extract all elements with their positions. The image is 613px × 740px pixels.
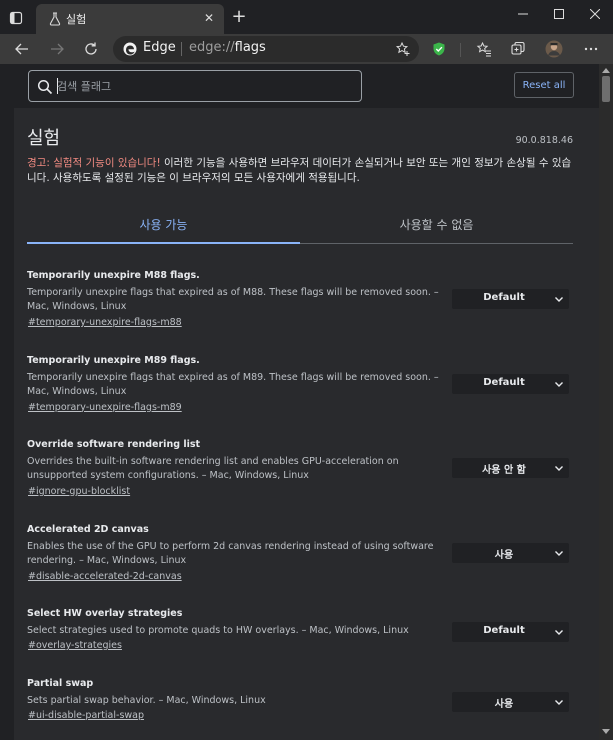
flag-link[interactable]: #disable-accelerated-2d-canvas	[28, 571, 182, 582]
flags-page: Reset all 실험 90.0.818.46 경고: 실험적 기능이 있습니…	[14, 64, 599, 740]
add-favorite-icon[interactable]	[395, 41, 411, 57]
scroll-down-icon[interactable]	[602, 729, 610, 735]
flag-title: Accelerated 2D canvas	[27, 523, 149, 535]
search-header: Reset all	[14, 64, 599, 108]
address-bar[interactable]: Edge edge://flags	[113, 36, 419, 62]
flag-item: Partial swap Sets partial swap behavior.…	[27, 672, 573, 740]
flag-description: Select strategies used to promote quads …	[27, 625, 409, 636]
flag-select-value: 사용	[494, 699, 514, 710]
chevron-down-icon	[555, 630, 563, 635]
avatar	[545, 40, 563, 58]
chevron-down-icon	[555, 550, 563, 556]
flag-select[interactable]: 사용 안 함	[452, 458, 569, 478]
warning-prefix: 경고: 실험적 기능이 있습니다!	[27, 157, 161, 169]
profile-button[interactable]	[543, 38, 565, 60]
tab-title: 실험	[66, 13, 87, 26]
flag-select[interactable]: Default	[452, 373, 569, 394]
chevron-down-icon	[555, 381, 563, 387]
flag-item: Accelerated 2D canvas Enables the use of…	[27, 518, 573, 603]
flag-description: Sets partial swap behavior. – Mac, Windo…	[27, 695, 266, 706]
minimize-button[interactable]	[504, 0, 542, 28]
flag-title: Partial swap	[27, 678, 94, 689]
edge-brand-label: Edge	[143, 40, 176, 55]
maximize-button[interactable]	[540, 0, 578, 28]
scroll-up-icon[interactable]	[602, 67, 610, 73]
flag-link[interactable]: #temporary-unexpire-flags-m89	[28, 402, 182, 413]
flag-select-value: Default	[483, 625, 525, 636]
collections-button[interactable]	[507, 38, 529, 60]
url-text: edge://flags	[189, 40, 266, 55]
collections-icon	[511, 41, 525, 55]
refresh-icon	[85, 42, 97, 55]
close-window-button[interactable]	[576, 0, 613, 28]
flag-link[interactable]: #temporary-unexpire-flags-m88	[28, 317, 182, 328]
flag-item: Temporarily unexpire M88 flags. Temporar…	[27, 264, 573, 349]
flag-select-value: 사용 안 함	[482, 465, 526, 476]
flag-item: Select HW overlay strategies Select stra…	[27, 602, 573, 672]
reset-all-button[interactable]: Reset all	[514, 72, 574, 98]
flask-icon	[49, 12, 61, 26]
divider	[460, 43, 461, 57]
flag-link[interactable]: #overlay-strategies	[28, 640, 122, 651]
chevron-down-icon	[555, 700, 563, 705]
close-icon[interactable]: ✕	[204, 11, 214, 25]
flag-select[interactable]: 사용	[452, 542, 569, 563]
flag-description: Enables the use of the GPU to perform 2d…	[27, 540, 434, 566]
flags-list: Temporarily unexpire M88 flags. Temporar…	[27, 264, 573, 740]
back-button[interactable]	[11, 38, 33, 60]
flag-select[interactable]: Default	[452, 289, 569, 309]
flag-item: Override software rendering list Overrid…	[27, 433, 573, 518]
more-icon	[584, 47, 598, 51]
extension-button[interactable]	[428, 38, 450, 60]
refresh-button[interactable]	[80, 38, 102, 60]
flag-title: Temporarily unexpire M88 flags.	[27, 270, 200, 281]
title-bar: 실험 ✕ +	[0, 0, 613, 34]
divider	[181, 42, 182, 56]
flag-title: Select HW overlay strategies	[27, 608, 183, 619]
navigation-bar: Edge edge://flags	[0, 34, 613, 64]
forward-arrow-icon	[51, 43, 64, 55]
flag-select-value: Default	[483, 376, 525, 388]
scrollbar[interactable]	[599, 64, 613, 740]
tab-unavailable[interactable]: 사용할 수 없음	[300, 204, 573, 244]
new-tab-button[interactable]: +	[229, 7, 249, 27]
flag-description: Overrides the built-in software renderin…	[27, 456, 399, 481]
chevron-down-icon	[555, 466, 563, 471]
flags-tabs: 사용 가능 사용할 수 없음	[27, 204, 573, 244]
favorites-icon	[476, 41, 491, 57]
flag-title: Temporarily unexpire M89 flags.	[27, 354, 200, 366]
warning-message: 경고: 실험적 기능이 있습니다! 이러한 기능을 사용하면 브라우저 데이터가…	[27, 156, 577, 186]
back-arrow-icon	[15, 43, 28, 55]
search-icon	[37, 79, 53, 95]
flag-title: Override software rendering list	[27, 439, 201, 450]
flag-select[interactable]: Default	[452, 622, 569, 642]
flag-description: Temporarily unexpire flags that expired …	[27, 287, 439, 312]
search-input[interactable]	[57, 77, 347, 95]
flag-select-value: Default	[483, 292, 525, 303]
flag-select-value: 사용	[494, 549, 514, 561]
favorites-button[interactable]	[473, 38, 495, 60]
search-field[interactable]	[28, 70, 362, 102]
shield-check-icon	[433, 42, 445, 56]
page-title: 실험	[27, 128, 61, 149]
forward-button[interactable]	[46, 38, 68, 60]
flag-link[interactable]: #ignore-gpu-blocklist	[28, 486, 130, 497]
flag-item: Temporarily unexpire M89 flags. Temporar…	[27, 349, 573, 434]
flag-select[interactable]: 사용	[452, 692, 569, 712]
chevron-down-icon	[555, 297, 563, 302]
tab-actions-icon[interactable]	[6, 8, 26, 28]
flag-link[interactable]: #ui-disable-partial-swap	[28, 710, 144, 721]
version-label: 90.0.818.46	[515, 135, 573, 146]
tab-available[interactable]: 사용 가능	[27, 204, 300, 244]
flag-description: Temporarily unexpire flags that expired …	[27, 371, 439, 397]
settings-more-button[interactable]	[580, 38, 602, 60]
tab-flags[interactable]: 실험 ✕	[36, 4, 224, 34]
edge-logo-icon	[123, 42, 137, 56]
scroll-thumb[interactable]	[602, 76, 610, 102]
active-tab-indicator	[27, 242, 300, 244]
